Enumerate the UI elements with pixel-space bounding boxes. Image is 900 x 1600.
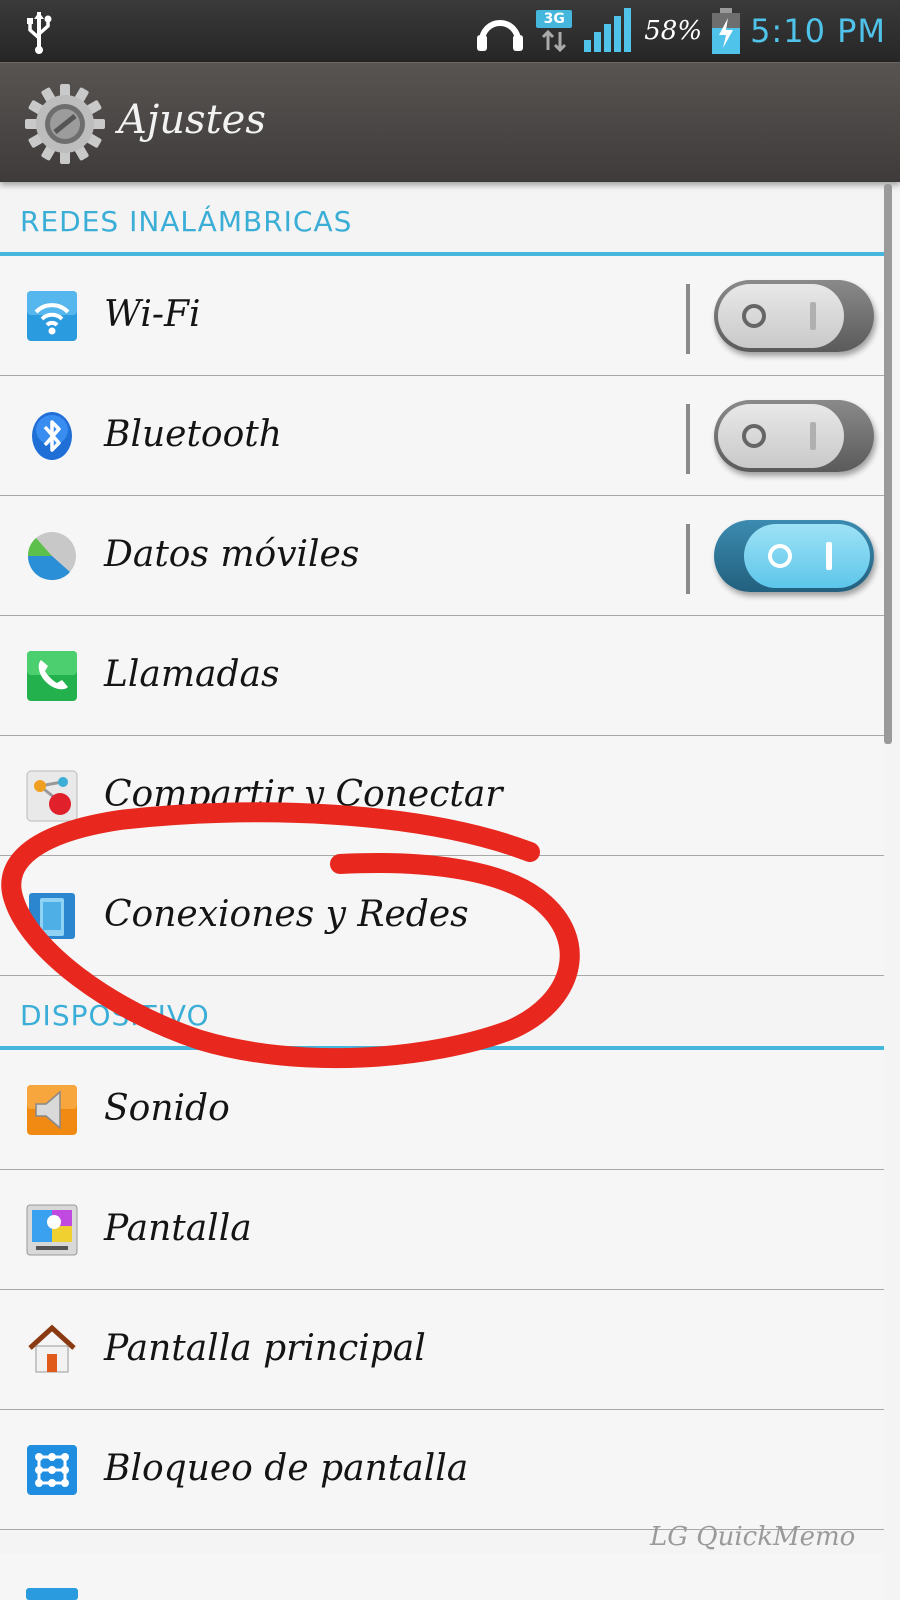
section-header-wireless: REDES INALÁMBRICAS <box>0 182 884 256</box>
usb-icon <box>27 12 52 54</box>
battery-percent: 58% <box>644 16 703 46</box>
data-usage-icon <box>27 532 76 581</box>
watermark: LG QuickMemo <box>650 1522 856 1552</box>
list-item-label: Llamadas <box>104 654 280 695</box>
list-item-partial[interactable] <box>0 1554 884 1600</box>
toggle-knob <box>718 404 844 468</box>
phone-icon <box>27 651 77 701</box>
list-item-label: Bluetooth <box>104 414 282 455</box>
section-header-label: REDES INALÁMBRICAS <box>20 205 353 238</box>
wifi-toggle[interactable] <box>714 280 874 352</box>
list-item-mobile-data[interactable]: Datos móviles <box>0 496 884 616</box>
headset-icon <box>477 20 524 51</box>
list-item-label: Bloqueo de pantalla <box>104 1448 469 1489</box>
list-item-wifi[interactable]: Wi-Fi <box>0 256 884 376</box>
list-item-home-screen[interactable]: Pantalla principal <box>0 1290 884 1410</box>
divider <box>686 404 690 474</box>
status-bar: 3G 58% 5:10 PM <box>0 0 900 62</box>
list-item-bluetooth[interactable]: Bluetooth <box>0 376 884 496</box>
3g-data-icon: 3G <box>536 8 573 54</box>
list-item-label: Pantalla <box>104 1208 252 1249</box>
toggle-off-icon <box>742 304 766 328</box>
list-item-label: Wi-Fi <box>104 294 201 335</box>
divider <box>686 524 690 594</box>
list-item-label: Pantalla principal <box>104 1328 426 1369</box>
toggle-knob <box>718 284 844 348</box>
status-icons: 3G 58% 5:10 PM <box>474 6 886 56</box>
mobile-data-toggle[interactable] <box>714 520 874 592</box>
lock-pattern-icon <box>27 1445 77 1495</box>
partial-row-icon <box>26 1588 78 1600</box>
clock: 5:10 PM <box>750 12 886 50</box>
page-title: Ajustes <box>118 97 266 143</box>
toggle-on-icon <box>810 422 816 450</box>
list-item-connections-networks[interactable]: Conexiones y Redes <box>0 856 884 976</box>
list-item-sound[interactable]: Sonido <box>0 1050 884 1170</box>
toggle-on-icon <box>826 542 832 570</box>
bluetooth-toggle[interactable] <box>714 400 874 472</box>
list-item-calls[interactable]: Llamadas <box>0 616 884 736</box>
toggle-off-icon <box>768 544 792 568</box>
title-bar: Ajustes <box>0 62 900 182</box>
toggle-knob <box>744 524 870 588</box>
scrollbar[interactable] <box>884 184 892 744</box>
toggle-off-icon <box>742 424 766 448</box>
divider <box>686 284 690 354</box>
signal-icon <box>584 8 632 52</box>
settings-gear-icon <box>25 84 105 164</box>
toggle-on-icon <box>810 302 816 330</box>
list-item-share-connect[interactable]: Compartir y Conectar <box>0 736 884 856</box>
list-item-screen-lock[interactable]: Bloqueo de pantalla <box>0 1410 884 1530</box>
share-connect-icon <box>26 770 78 822</box>
list-item-label: Sonido <box>104 1088 230 1129</box>
list-item-display[interactable]: Pantalla <box>0 1170 884 1290</box>
list-item-label: Conexiones y Redes <box>104 894 469 935</box>
bluetooth-icon <box>32 412 72 460</box>
network-type-label: 3G <box>536 10 573 28</box>
speaker-icon <box>27 1085 77 1135</box>
display-icon <box>26 1204 78 1256</box>
section-header-device: DISPOSITIVO <box>0 976 884 1050</box>
wifi-icon <box>27 291 77 341</box>
section-header-label: DISPOSITIVO <box>20 999 210 1032</box>
battery-charging-icon <box>712 8 741 54</box>
home-icon <box>28 1324 76 1373</box>
list-item-label: Compartir y Conectar <box>104 774 503 815</box>
list-item-label: Datos móviles <box>104 534 360 575</box>
connections-networks-icon <box>29 893 75 939</box>
